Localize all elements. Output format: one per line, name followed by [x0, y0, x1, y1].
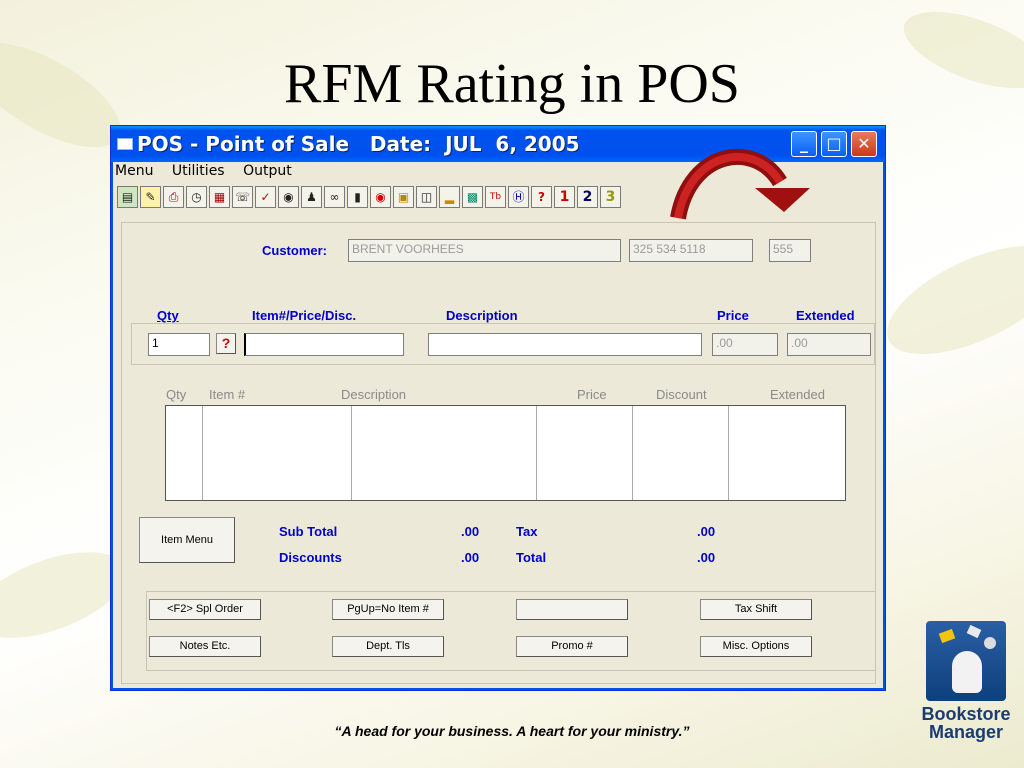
menu-item-utilities[interactable]: Utilities: [172, 163, 225, 179]
app-icon: [117, 138, 133, 150]
subtotal-value: .00: [461, 524, 480, 539]
phone-icon[interactable]: ☏: [232, 186, 253, 208]
chart-icon[interactable]: ▂: [439, 186, 460, 208]
discounts-label: Discounts: [279, 550, 342, 565]
bookstore-manager-logo: [926, 621, 1006, 701]
logo-book-shape: [966, 624, 982, 639]
tax-value: .00: [697, 524, 716, 539]
customer-code-field[interactable]: 555: [769, 239, 811, 262]
price-label: Price: [717, 308, 749, 323]
extended-label: Extended: [796, 308, 855, 323]
grid-header-price: Price: [577, 387, 607, 402]
toolbar-button-3[interactable]: 3: [600, 186, 621, 208]
keyboard-icon[interactable]: ▤: [117, 186, 138, 208]
curved-arrow-icon: [670, 149, 810, 220]
customer-label: Customer:: [262, 243, 328, 258]
discounts-value: .00: [461, 550, 480, 565]
line-items-grid[interactable]: [165, 405, 846, 501]
customer-phone-field[interactable]: 325 534 5118: [629, 239, 753, 262]
h-icon[interactable]: Ⓗ: [508, 186, 529, 208]
tax-shift-button[interactable]: Tax Shift: [700, 599, 812, 620]
form-icon[interactable]: ◫: [416, 186, 437, 208]
grid-header-qty: Qty: [166, 387, 187, 402]
description-input[interactable]: [428, 333, 702, 356]
extended-input[interactable]: .00: [787, 333, 871, 356]
window-title: POS - Point of Sale Date: JUL 6, 2005: [137, 132, 580, 156]
clock-icon[interactable]: ◷: [186, 186, 207, 208]
stamp-icon[interactable]: ✓: [255, 186, 276, 208]
blank-button[interactable]: [516, 599, 628, 620]
grid-header-extended: Extended: [770, 387, 825, 402]
qty-input[interactable]: 1: [148, 333, 210, 356]
calculator-icon[interactable]: ▦: [209, 186, 230, 208]
grid-column-divider: [728, 406, 729, 500]
tb-icon[interactable]: Tb: [485, 186, 506, 208]
special-order-button[interactable]: <F2> Spl Order: [149, 599, 261, 620]
misc-options-button[interactable]: Misc. Options: [700, 636, 812, 657]
grid-column-divider: [536, 406, 537, 500]
item-input[interactable]: [244, 333, 404, 356]
lock-icon[interactable]: ▣: [393, 186, 414, 208]
glasses-icon[interactable]: ∞: [324, 186, 345, 208]
grid-header-discount: Discount: [656, 387, 707, 402]
grid-header-item: Item #: [209, 387, 246, 402]
grid-column-divider: [202, 406, 203, 500]
item-menu-button[interactable]: Item Menu: [139, 517, 235, 563]
target-icon[interactable]: ◉: [370, 186, 391, 208]
grid-header-description: Description: [341, 387, 407, 402]
grid-column-divider: [351, 406, 352, 500]
tax-label: Tax: [516, 524, 538, 539]
description-label: Description: [446, 308, 518, 323]
price-input[interactable]: .00: [712, 333, 778, 356]
printer-icon[interactable]: ⎙: [163, 186, 184, 208]
people-icon[interactable]: ♟: [301, 186, 322, 208]
item-lookup-button[interactable]: ?: [216, 333, 236, 354]
note-icon[interactable]: ✎: [140, 186, 161, 208]
total-value: .00: [697, 550, 716, 565]
notes-button[interactable]: Notes Etc.: [149, 636, 261, 657]
logo-disc-shape: [984, 637, 996, 649]
background-leaf: [871, 223, 1024, 377]
help-icon[interactable]: ?: [531, 186, 552, 208]
customer-name-field[interactable]: BRENT VOORHEES: [348, 239, 621, 262]
toolbar-button-1[interactable]: 1: [554, 186, 575, 208]
binoculars-icon[interactable]: ◉: [278, 186, 299, 208]
menu-bar: Menu Utilities Output: [115, 163, 306, 183]
menu-item-menu[interactable]: Menu: [115, 163, 153, 179]
item-price-disc-label: Item#/Price/Disc.: [252, 308, 357, 323]
toolbar: ▤ ✎ ⎙ ◷ ▦ ☏ ✓ ◉ ♟ ∞ ▮ ◉ ▣ ◫ ▂ ▩ Tb Ⓗ ? 1…: [117, 186, 621, 212]
promo-button[interactable]: Promo #: [516, 636, 628, 657]
menu-item-output[interactable]: Output: [243, 163, 292, 179]
slide-tagline: “A head for your business. A heart for y…: [334, 723, 690, 739]
toolbar-button-2[interactable]: 2: [577, 186, 598, 208]
logo-book-shape: [938, 628, 956, 644]
screen-icon[interactable]: ▩: [462, 186, 483, 208]
maximize-button[interactable]: □: [821, 131, 847, 157]
logo-figure-shape: [952, 651, 982, 693]
close-button[interactable]: ✕: [851, 131, 877, 157]
qty-label: Qty: [157, 308, 179, 323]
no-item-button[interactable]: PgUp=No Item #: [332, 599, 444, 620]
grid-column-divider: [632, 406, 633, 500]
barcode-icon[interactable]: ▮: [347, 186, 368, 208]
total-label: Total: [516, 550, 547, 565]
dept-tls-button[interactable]: Dept. Tls: [332, 636, 444, 657]
subtotal-label: Sub Total: [279, 524, 338, 539]
slide-title: RFM Rating in POS: [284, 53, 740, 115]
brand-line-1: Bookstore: [921, 704, 1011, 724]
